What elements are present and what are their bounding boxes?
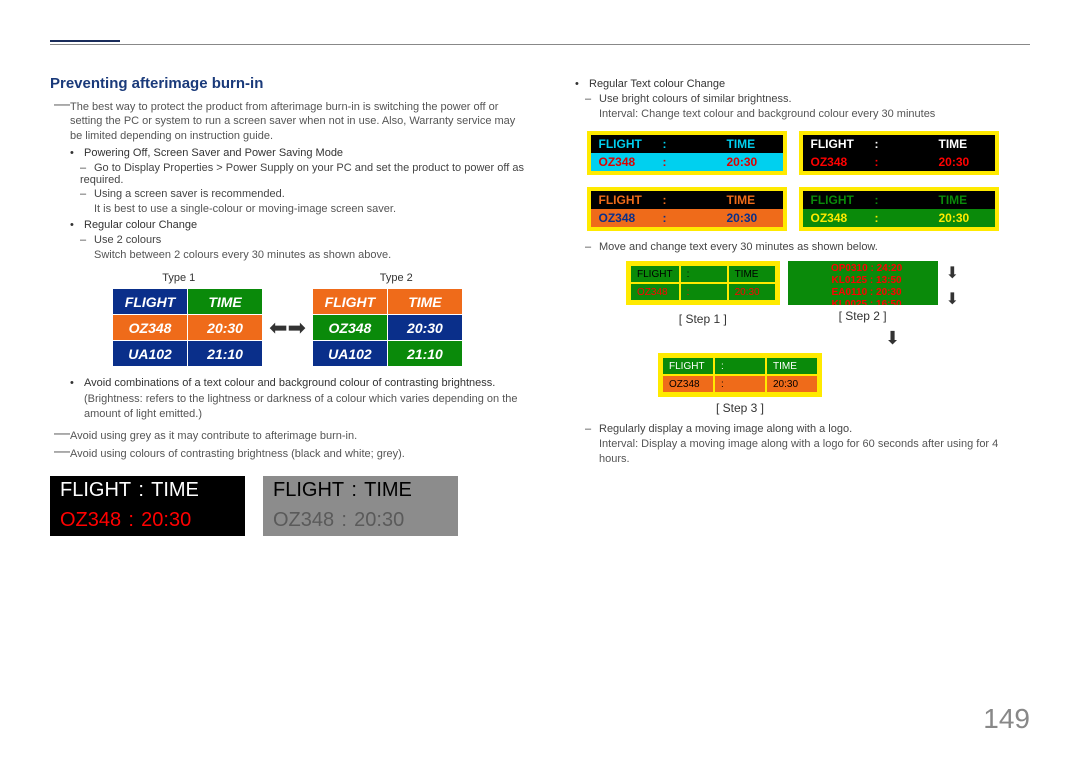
regular-image: Regularly display a moving image along w…	[585, 423, 1030, 435]
bullet-poweroff: Powering Off, Screen Saver and Power Sav…	[70, 147, 525, 159]
td-2030: 20:30	[188, 315, 263, 341]
steps-row: FLIGHT:TIME OZ348:20:30 [ Step 1 ] OP031…	[555, 261, 1030, 326]
quad-box-green: FLIGHT:TIME OZ348:20:30	[799, 187, 999, 231]
example-grey: FLIGHT:TIME OZ348:20:30	[263, 476, 458, 536]
sub-list-1: Go to Display Properties > Power Supply …	[80, 162, 525, 200]
step3-label: [ Step 3 ]	[716, 401, 764, 415]
td-oz348: OZ348	[113, 315, 188, 341]
intro-item: ― The best way to protect the product fr…	[54, 100, 525, 143]
th-flight-2: FLIGHT	[312, 289, 387, 315]
bullet-colourchange: Regular colour Change	[70, 219, 525, 231]
intro-text: The best way to protect the product from…	[70, 100, 525, 143]
sub-bright: Use bright colours of similar brightness…	[585, 93, 1030, 105]
sub-regular-image: Regularly display a moving image along w…	[585, 423, 1030, 435]
contrast-examples: FLIGHT:TIME OZ348:20:30 FLIGHT:TIME OZ34…	[50, 476, 525, 536]
td-oz348-2: OZ348	[312, 315, 387, 341]
example-black: FLIGHT:TIME OZ348:20:30	[50, 476, 245, 536]
flight-table-type1: FLIGHTTIME OZ34820:30 UA10221:10	[112, 288, 263, 367]
step2-arrows: ⬇ ⬇	[946, 263, 959, 309]
step2-label: [ Step 2 ]	[788, 309, 938, 323]
colour-quad: FLIGHT:TIME OZ348:20:30 FLIGHT:TIME OZ34…	[555, 131, 1030, 231]
sub-brightcolours: Use bright colours of similar brightness…	[585, 93, 1030, 105]
dash-bullet: ―	[54, 100, 70, 143]
th-time-2: TIME	[387, 289, 462, 315]
type2-label: Type 2	[380, 272, 413, 284]
th-flight: FLIGHT	[113, 289, 188, 315]
swap-arrow-icon: ⬅➡	[269, 315, 306, 341]
th-time: TIME	[188, 289, 263, 315]
avoid-contrast-item: ― Avoid using colours of contrasting bri…	[54, 447, 525, 461]
td-2110-2: 21:10	[387, 341, 462, 367]
switch-desc: Switch between 2 colours every 30 minute…	[94, 248, 525, 262]
step2-block: OP0310 : 24:20 KL0125 : 13:50 EA0110 : 2…	[788, 261, 938, 323]
type-labels: Type 1 Type 2	[50, 272, 525, 284]
td-2110: 21:10	[188, 341, 263, 367]
page-number: 149	[983, 703, 1030, 735]
sub-move: Move and change text every 30 minutes as…	[585, 241, 1030, 253]
avoid-grey: Avoid using grey as it may contribute to…	[70, 429, 525, 443]
avoid-combinations: Avoid combinations of a text colour and …	[70, 377, 525, 389]
bullet-textcolour: Regular Text colour Change	[575, 78, 1030, 90]
down-arrow-icon: ⬇	[946, 289, 959, 309]
step1-label: [ Step 1 ]	[626, 312, 780, 326]
regular-image-desc: Interval: Display a moving image along w…	[599, 437, 1030, 466]
bullet-regular-text: Regular Text colour Change	[575, 78, 1030, 90]
quad-box-cyan: FLIGHT:TIME OZ348:20:30	[587, 131, 787, 175]
down-arrow-icon: ⬇	[946, 263, 959, 283]
step3-block: FLIGHT:TIME OZ348:20:30 [ Step 3 ]	[555, 353, 925, 415]
header-accent-bar	[50, 40, 120, 42]
sub-screensaver: Using a screen saver is recommended.	[80, 188, 525, 200]
avoid-list: Avoid combinations of a text colour and …	[70, 377, 525, 389]
avoid-contrast: Avoid using colours of contrasting brigh…	[70, 447, 525, 461]
section-heading: Preventing afterimage burn-in	[50, 75, 525, 92]
flight-table-type2: FLIGHTTIME OZ34820:30 UA10221:10	[312, 288, 463, 367]
quad-box-white: FLIGHT:TIME OZ348:20:30	[799, 131, 999, 175]
avoid-grey-item: ― Avoid using grey as it may contribute …	[54, 429, 525, 443]
move-text: Move and change text every 30 minutes as…	[585, 241, 1030, 253]
screensaver-desc: It is best to use a single-colour or mov…	[94, 202, 525, 216]
td-ua102-2: UA102	[312, 341, 387, 367]
step2-box: OP0310 : 24:20 KL0125 : 13:50 EA0110 : 2…	[788, 261, 938, 305]
sub-display-props: Go to Display Properties > Power Supply …	[80, 162, 525, 186]
flight-tables-row: FLIGHTTIME OZ34820:30 UA10221:10 ⬅➡ FLIG…	[50, 288, 525, 367]
mid-down-arrow-icon: ⬇	[755, 328, 1030, 349]
td-2030-2: 20:30	[387, 315, 462, 341]
content-columns: Preventing afterimage burn-in ― The best…	[50, 75, 1030, 536]
header-divider	[50, 44, 1030, 45]
quad-box-orange: FLIGHT:TIME OZ348:20:30	[587, 187, 787, 231]
td-ua102: UA102	[113, 341, 188, 367]
brightness-desc: (Brightness: refers to the lightness or …	[84, 392, 525, 421]
sub-list-2: Use 2 colours	[80, 234, 525, 246]
right-column: Regular Text colour Change Use bright co…	[555, 75, 1030, 536]
type1-label: Type 1	[162, 272, 195, 284]
left-column: Preventing afterimage burn-in ― The best…	[50, 75, 525, 536]
step1-block: FLIGHT:TIME OZ348:20:30 [ Step 1 ]	[626, 261, 780, 326]
bullet-list-2: Regular colour Change	[70, 219, 525, 231]
sub-2colours: Use 2 colours	[80, 234, 525, 246]
bullet-list-1: Powering Off, Screen Saver and Power Sav…	[70, 147, 525, 159]
interval-desc: Interval: Change text colour and backgro…	[599, 107, 1030, 121]
